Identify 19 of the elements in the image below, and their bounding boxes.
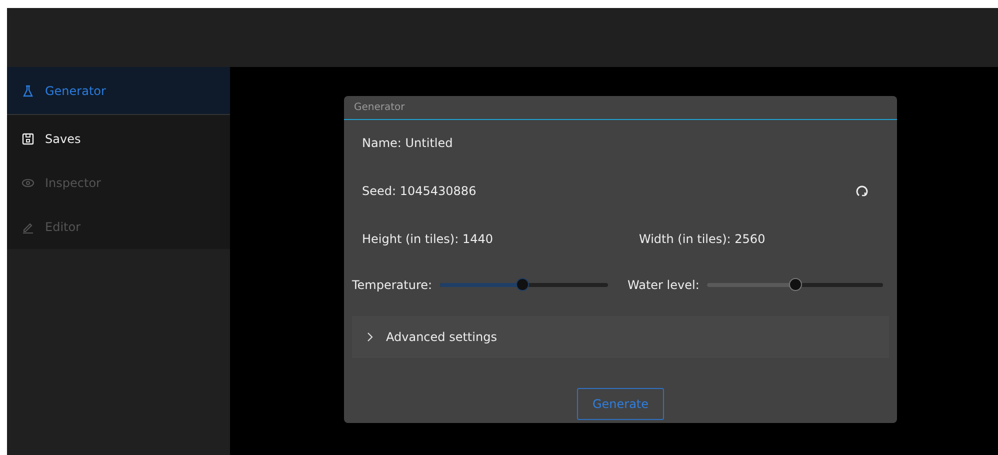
eye-icon: [21, 176, 35, 190]
slider-track[interactable]: [707, 278, 883, 292]
name-text: Name: Untitled: [362, 136, 453, 150]
flask-icon: [21, 84, 35, 98]
width-text: Width (in tiles): 2560: [639, 231, 766, 248]
slider-label: Temperature:: [352, 277, 432, 294]
refresh-icon[interactable]: [855, 184, 869, 198]
height-text: Height (in tiles): 1440: [362, 231, 494, 248]
dialog-title: Generator: [344, 96, 897, 120]
generate-button[interactable]: Generate: [577, 388, 664, 420]
slider-track[interactable]: [440, 278, 608, 292]
advanced-settings-expander[interactable]: Advanced settings: [352, 316, 889, 358]
chevron-icon: [366, 332, 374, 342]
sidebar-item[interactable]: Generator: [7, 67, 230, 115]
sidebar-item[interactable]: Saves: [7, 117, 230, 161]
seed-text: Seed: 1045430886: [362, 183, 476, 200]
slider-thumb[interactable]: [789, 278, 802, 291]
slider-label: Water level:: [628, 277, 700, 294]
slider-thumb[interactable]: [516, 278, 530, 291]
